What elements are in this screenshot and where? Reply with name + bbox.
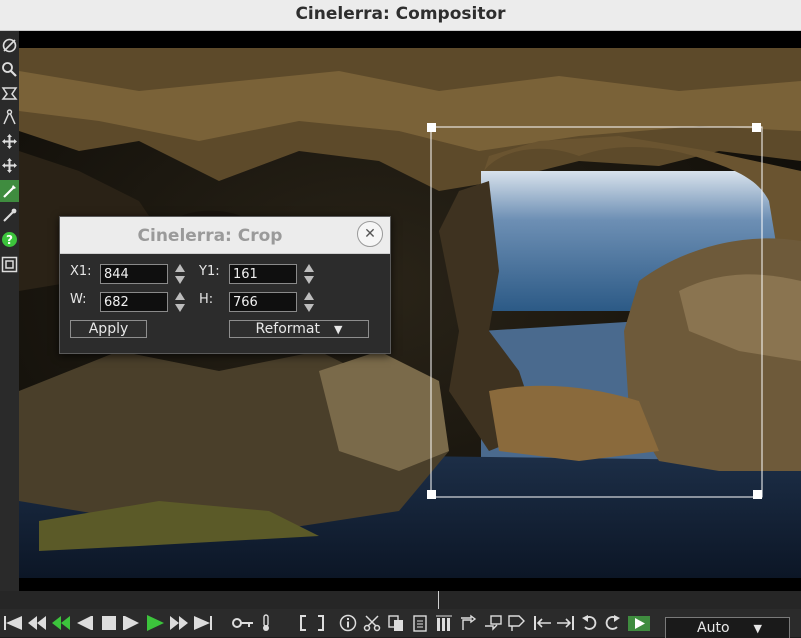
y1-field[interactable]: 161 <box>229 264 297 284</box>
crop-dialog: Cinelerra: Crop ✕ X1: 844 Y1: 161 W: 682… <box>59 216 391 354</box>
in-point-icon[interactable] <box>298 614 308 632</box>
help-icon[interactable]: ? <box>0 228 19 250</box>
h-spinner[interactable] <box>303 291 315 313</box>
crop-icon[interactable] <box>0 180 19 202</box>
skip-to-end-icon[interactable] <box>193 614 213 632</box>
splice-icon[interactable] <box>459 614 479 632</box>
safe-region-icon[interactable] <box>0 253 19 275</box>
chevron-down-icon: ▼ <box>753 621 762 635</box>
prev-label-icon[interactable] <box>533 614 553 632</box>
crop-dialog-title: Cinelerra: Crop <box>137 226 283 246</box>
fast-reverse-icon[interactable] <box>27 614 47 632</box>
redo-icon[interactable] <box>603 614 621 632</box>
out-point-icon[interactable] <box>316 614 326 632</box>
overwrite-icon[interactable] <box>435 614 453 632</box>
info-icon[interactable] <box>339 614 357 632</box>
label-icon[interactable] <box>507 614 527 632</box>
mask-icon[interactable] <box>0 82 19 104</box>
camera-icon[interactable] <box>0 130 19 152</box>
stop-icon[interactable] <box>99 614 119 632</box>
h-label: H: <box>199 292 214 307</box>
crop-dialog-titlebar[interactable]: Cinelerra: Crop ✕ <box>60 217 390 254</box>
play-selection-icon[interactable] <box>627 614 651 632</box>
svg-text:?: ? <box>6 233 13 247</box>
y1-spinner[interactable] <box>303 263 315 285</box>
x1-field[interactable]: 844 <box>100 264 168 284</box>
w-field[interactable]: 682 <box>100 292 168 312</box>
play-icon[interactable] <box>145 614 165 632</box>
reformat-dropdown[interactable]: Reformat ▼ <box>229 320 369 338</box>
compositor-toolbar: ? <box>0 31 19 591</box>
close-icon[interactable]: ✕ <box>357 221 383 247</box>
zoom-icon[interactable] <box>0 58 19 80</box>
to-clip-icon[interactable] <box>483 614 503 632</box>
playhead-marker[interactable] <box>438 591 439 609</box>
protect-icon[interactable] <box>0 34 19 56</box>
projector-icon[interactable] <box>0 154 19 176</box>
w-label: W: <box>70 292 87 307</box>
rewind-to-start-icon[interactable] <box>3 614 23 632</box>
window-title: Cinelerra: Compositor <box>295 4 506 24</box>
paste-icon[interactable] <box>411 614 429 632</box>
zoom-dropdown[interactable]: Auto ▼ <box>665 617 790 638</box>
keyframe-icon[interactable] <box>231 614 255 632</box>
chevron-down-icon: ▼ <box>333 322 343 336</box>
reverse-play-icon[interactable] <box>51 614 71 632</box>
transport-bar: Auto ▼ <box>0 609 801 638</box>
window-titlebar: Cinelerra: Compositor <box>0 0 801 31</box>
next-label-icon[interactable] <box>555 614 575 632</box>
ruler-icon[interactable] <box>0 106 19 128</box>
apply-button[interactable]: Apply <box>70 320 147 338</box>
w-spinner[interactable] <box>174 291 186 313</box>
undo-icon[interactable] <box>581 614 599 632</box>
cut-icon[interactable] <box>363 614 381 632</box>
eyedropper-icon[interactable] <box>0 204 19 226</box>
copy-icon[interactable] <box>387 614 405 632</box>
reformat-label: Reformat <box>255 321 320 337</box>
fast-forward-icon[interactable] <box>169 614 189 632</box>
timeline-scrollbar[interactable] <box>0 591 801 609</box>
x1-label: X1: <box>70 264 92 279</box>
y1-label: Y1: <box>199 264 220 279</box>
h-field[interactable]: 766 <box>229 292 297 312</box>
frame-forward-icon[interactable] <box>121 614 141 632</box>
frame-back-icon[interactable] <box>75 614 95 632</box>
zoom-value: Auto <box>697 620 730 636</box>
x1-spinner[interactable] <box>174 263 186 285</box>
thermometer-icon[interactable] <box>259 614 273 632</box>
